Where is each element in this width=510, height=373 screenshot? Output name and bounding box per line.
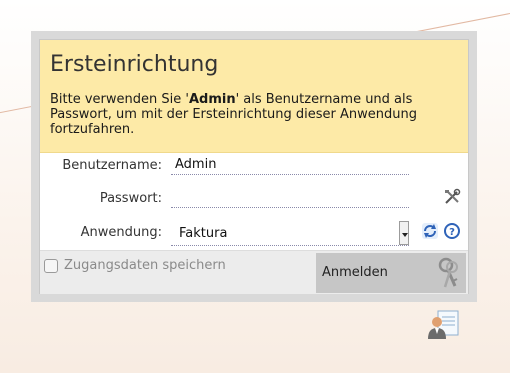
login-button-label: Anmelden: [322, 265, 388, 280]
password-label: Passwort:: [99, 191, 162, 206]
info-text-prefix: Bitte verwenden Sie ': [50, 92, 189, 107]
user-card-icon[interactable]: [426, 310, 460, 340]
username-field[interactable]: [171, 155, 409, 175]
application-select-value: Faktura: [179, 226, 228, 241]
remember-label[interactable]: Zugangsdaten speichern: [64, 258, 226, 273]
help-icon[interactable]: ?: [443, 222, 461, 240]
page-title: Ersteinrichtung: [50, 52, 219, 77]
keys-icon: [438, 257, 458, 288]
chevron-down-icon[interactable]: [399, 221, 409, 245]
application-select[interactable]: Faktura: [171, 221, 409, 246]
remember-checkbox[interactable]: [44, 259, 58, 273]
svg-text:?: ?: [449, 227, 455, 238]
username-label: Benutzername:: [62, 158, 162, 173]
tools-icon[interactable]: [443, 188, 461, 206]
info-text: Bitte verwenden Sie 'Admin' als Benutzer…: [50, 92, 420, 137]
setup-dialog: Ersteinrichtung Bitte verwenden Sie 'Adm…: [39, 39, 469, 294]
application-label: Anwendung:: [80, 225, 162, 240]
info-banner: Ersteinrichtung Bitte verwenden Sie 'Adm…: [40, 40, 468, 153]
info-text-username: Admin: [188, 92, 236, 107]
dialog-footer: Zugangsdaten speichern Anmelden: [40, 250, 468, 294]
refresh-icon[interactable]: [421, 222, 439, 240]
login-button[interactable]: Anmelden: [316, 253, 466, 293]
password-field[interactable]: [171, 188, 409, 208]
login-panel: Ersteinrichtung Bitte verwenden Sie 'Adm…: [31, 31, 477, 302]
